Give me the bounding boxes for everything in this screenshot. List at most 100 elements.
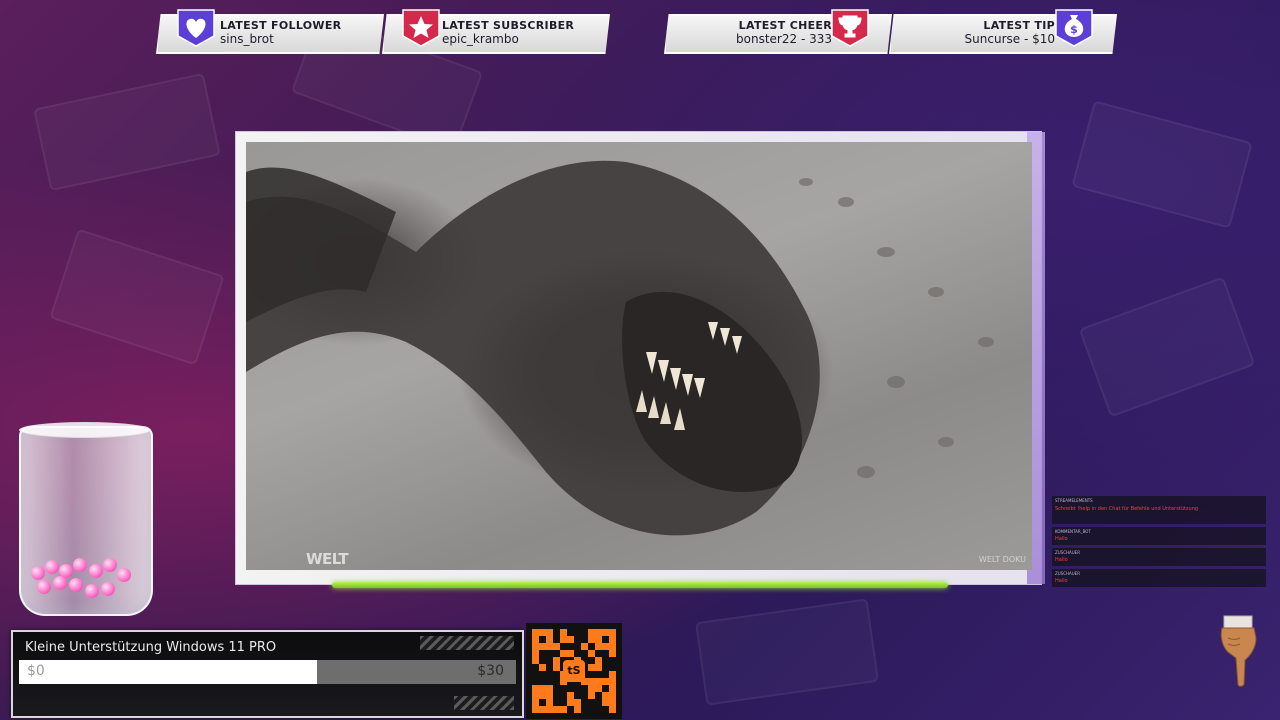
creature-illustration [246,160,994,536]
qr-module [602,636,609,643]
goal-decoration-stripes [454,696,514,710]
chat-message: STREAMELEMENTS Schreibt !help in den Cha… [1052,496,1266,524]
qr-module [609,629,616,636]
qr-module [560,706,567,713]
qr-module [539,636,546,643]
qr-module [581,699,588,706]
jar-gem [31,566,45,580]
qr-module [609,636,616,643]
qr-module [595,671,602,678]
media-progress-bar [332,582,948,588]
chat-username: KOMMENTAR_BOT [1055,529,1091,534]
goal-progress-fill [19,660,318,684]
trophy-icon [831,9,869,47]
qr-module [602,671,609,678]
chat-text: Schreibt !help in den Chat für Befehle u… [1055,506,1199,512]
qr-module [567,636,574,643]
welt-doku-watermark: WELT DOKU [978,555,1026,564]
jar-gem [69,578,83,592]
qr-module [532,671,539,678]
qr-module [574,629,581,636]
qr-module [553,685,560,692]
qr-module [595,678,602,685]
qr-module [553,629,560,636]
pointing-hand-icon [1220,615,1257,687]
chat-text: Hallo [1055,557,1068,563]
qr-module [560,699,567,706]
background-bill [1078,276,1256,418]
qr-module [602,643,609,650]
qr-module [553,643,560,650]
jar-gem [85,584,99,598]
qr-module [609,650,616,657]
qr-module [539,629,546,636]
qr-module [560,650,567,657]
qr-module [532,692,539,699]
latest-cheer-title: LATEST CHEER [738,19,832,32]
latest-follower-name: sins_brot [220,32,274,46]
qr-module [574,685,581,692]
qr-module [588,692,595,699]
chat-username: STREAMELEMENTS [1055,498,1093,503]
qr-module [539,685,546,692]
qr-module [560,692,567,699]
qr-module [595,636,602,643]
qr-module [539,650,546,657]
qr-module [595,643,602,650]
qr-module [546,678,553,685]
qr-module [588,643,595,650]
qr-module [602,664,609,671]
goal-progress-track: $0 $30 [19,660,516,684]
latest-subscriber-title: LATEST SUBSCRIBER [442,19,575,32]
qr-module [574,636,581,643]
qr-module [588,657,595,664]
star-icon [402,9,440,47]
qr-module [539,671,546,678]
qr-module [567,650,574,657]
qr-module [588,706,595,713]
qr-module [567,706,574,713]
qr-module [539,657,546,664]
latest-subscriber-name: epic_krambo [442,32,519,46]
media-frame: WELT WELT DOKU [235,131,1045,585]
qr-module [588,685,595,692]
qr-module [595,685,602,692]
qr-module [532,706,539,713]
qr-module [595,699,602,706]
chat-message: ZUSCHAUER Hallo [1052,569,1266,587]
background-bill [33,72,221,192]
tip-jar [19,422,153,616]
jar-gem [45,560,59,574]
chat-message: ZUSCHAUER Hallo [1052,548,1266,566]
chat-username: ZUSCHAUER [1055,550,1080,555]
goal-decoration-stripes [420,636,514,650]
qr-module [588,699,595,706]
chat-message: KOMMENTAR_BOT Hallo [1052,527,1266,545]
qr-module [574,692,581,699]
qr-module [560,629,567,636]
welt-watermark: WELT [306,550,349,568]
qr-module [574,699,581,706]
qr-module [595,629,602,636]
qr-module [595,692,602,699]
qr-module [560,685,567,692]
qr-module [588,664,595,671]
qr-module [588,678,595,685]
qr-module [553,657,560,664]
qr-module [581,692,588,699]
qr-module [574,643,581,650]
qr-module [588,671,595,678]
qr-module [567,643,574,650]
qr-module [532,636,539,643]
qr-module [588,650,595,657]
qr-module [546,706,553,713]
qr-module [539,643,546,650]
qr-module [560,643,567,650]
qr-module [581,643,588,650]
jar-rim [19,422,151,438]
qr-module [546,636,553,643]
qr-code[interactable]: tS [526,623,622,719]
jar-gem [89,564,103,578]
qr-module [546,664,553,671]
qr-module [532,685,539,692]
